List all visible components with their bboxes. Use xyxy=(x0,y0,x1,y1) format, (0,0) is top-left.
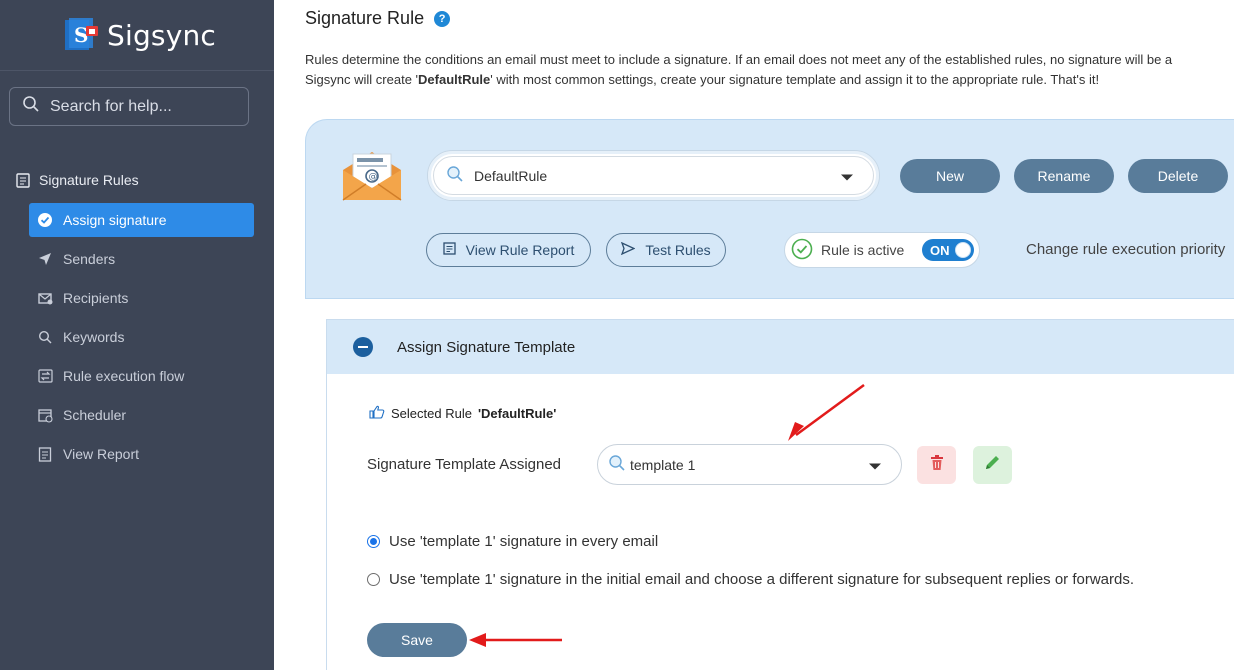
nav-section-signature-rules[interactable]: Signature Rules xyxy=(15,172,139,188)
sidebar-item-label: View Report xyxy=(63,446,140,462)
search-icon xyxy=(37,329,53,345)
selected-rule-info: Selected Rule 'DefaultRule' xyxy=(369,405,556,422)
template-assigned-label: Signature Template Assigned xyxy=(367,456,562,473)
sidebar-item-keywords[interactable]: Keywords xyxy=(29,320,254,354)
sidebar-item-label: Assign signature xyxy=(63,212,167,228)
template-select-dropdown[interactable]: template 1 xyxy=(597,444,902,485)
change-priority-link[interactable]: Change rule execution priority xyxy=(1026,241,1225,258)
svg-text:@: @ xyxy=(369,172,378,182)
recipients-icon xyxy=(37,290,53,306)
option-initial-email[interactable]: Use 'template 1' signature in the initia… xyxy=(367,571,1134,588)
option-every-email[interactable]: Use 'template 1' signature in every emai… xyxy=(367,533,658,550)
assign-template-card: Assign Signature Template xyxy=(326,319,1234,670)
selected-rule-name: 'DefaultRule' xyxy=(477,406,557,421)
sidebar-divider xyxy=(0,70,274,71)
rename-rule-button[interactable]: Rename xyxy=(1014,159,1114,193)
save-button[interactable]: Save xyxy=(367,623,467,657)
delete-rule-button[interactable]: Delete xyxy=(1128,159,1228,193)
page-title-text: Signature Rule xyxy=(305,8,425,28)
sidebar-item-recipients[interactable]: Recipients xyxy=(29,281,254,315)
template-select-value: template 1 xyxy=(630,456,696,473)
send-icon xyxy=(37,251,53,267)
hand-pointer-icon xyxy=(369,405,385,422)
calendar-icon xyxy=(37,407,53,423)
view-rule-report-label: View Rule Report xyxy=(465,242,575,258)
sidebar-item-rule-execution-flow[interactable]: Rule execution flow xyxy=(29,359,254,393)
option-initial-email-label: Use 'template 1' signature in the initia… xyxy=(389,571,1135,588)
collapse-icon[interactable] xyxy=(353,337,373,357)
trash-icon xyxy=(929,454,945,476)
sidebar: S Sigsync Search for help... Signature R… xyxy=(0,0,274,670)
sidebar-item-scheduler[interactable]: Scheduler xyxy=(29,398,254,432)
description-line-2: Sigsync will create 'DefaultRule' with m… xyxy=(305,72,1100,87)
help-icon[interactable]: ? xyxy=(434,10,451,27)
rule-active-label: Rule is active xyxy=(821,242,905,258)
sidebar-item-label: Scheduler xyxy=(63,407,127,423)
chevron-down-icon xyxy=(841,174,853,180)
selected-rule-prefix: Selected Rule xyxy=(391,406,472,421)
radio-every-email[interactable] xyxy=(367,535,380,548)
search-icon xyxy=(608,454,626,475)
report-icon xyxy=(443,242,456,258)
help-search-input[interactable]: Search for help... xyxy=(9,87,249,126)
rule-panel xyxy=(305,119,1234,299)
test-rules-button[interactable]: Test Rules xyxy=(606,233,726,267)
sidebar-item-label: Rule execution flow xyxy=(63,368,185,384)
pencil-icon xyxy=(984,454,1001,476)
sidebar-item-senders[interactable]: Senders xyxy=(29,242,254,276)
card-header[interactable]: Assign Signature Template xyxy=(327,320,1234,374)
sidebar-item-assign-signature[interactable]: Assign signature xyxy=(29,203,254,237)
check-circle-icon xyxy=(791,238,813,263)
sidebar-item-label: Recipients xyxy=(63,290,129,306)
description-line-1: Rules determine the conditions an email … xyxy=(305,52,1173,67)
logo-text: Sigsync xyxy=(107,18,217,52)
radio-initial-email[interactable] xyxy=(367,573,380,586)
sidebar-item-label: Senders xyxy=(63,251,116,267)
search-icon xyxy=(22,95,40,118)
nav-section-label: Signature Rules xyxy=(39,172,139,188)
rule-active-toggle[interactable]: ON xyxy=(922,239,974,261)
sidebar-item-label: Keywords xyxy=(63,329,125,345)
sigsync-logo[interactable]: S Sigsync xyxy=(63,16,216,54)
flow-icon xyxy=(37,368,53,384)
delete-template-button[interactable] xyxy=(917,446,956,484)
send-icon xyxy=(621,241,636,258)
check-circle-icon xyxy=(37,212,53,228)
report-icon xyxy=(37,446,53,462)
view-rule-report-button[interactable]: View Rule Report xyxy=(426,233,591,267)
edit-template-button[interactable] xyxy=(973,446,1012,484)
toggle-label: ON xyxy=(930,242,950,258)
new-rule-button[interactable]: New xyxy=(900,159,1000,193)
option-every-email-label: Use 'template 1' signature in every emai… xyxy=(389,533,659,550)
card-header-title: Assign Signature Template xyxy=(397,338,576,356)
chevron-down-icon xyxy=(869,463,881,469)
rule-select-value: DefaultRule xyxy=(474,167,548,184)
test-rules-label: Test Rules xyxy=(645,242,711,258)
sigsync-logo-icon: S xyxy=(63,16,101,54)
rule-select-dropdown[interactable]: DefaultRule xyxy=(427,150,880,201)
page-description: Rules determine the conditions an email … xyxy=(305,50,1234,90)
toggle-knob xyxy=(955,242,971,258)
search-icon xyxy=(446,165,464,186)
email-signature-icon: @ xyxy=(340,148,404,204)
search-placeholder: Search for help... xyxy=(50,97,172,115)
sidebar-item-view-report[interactable]: View Report xyxy=(29,437,254,471)
page-title: Signature Rule ? xyxy=(305,8,451,29)
rules-list-icon xyxy=(15,172,31,188)
